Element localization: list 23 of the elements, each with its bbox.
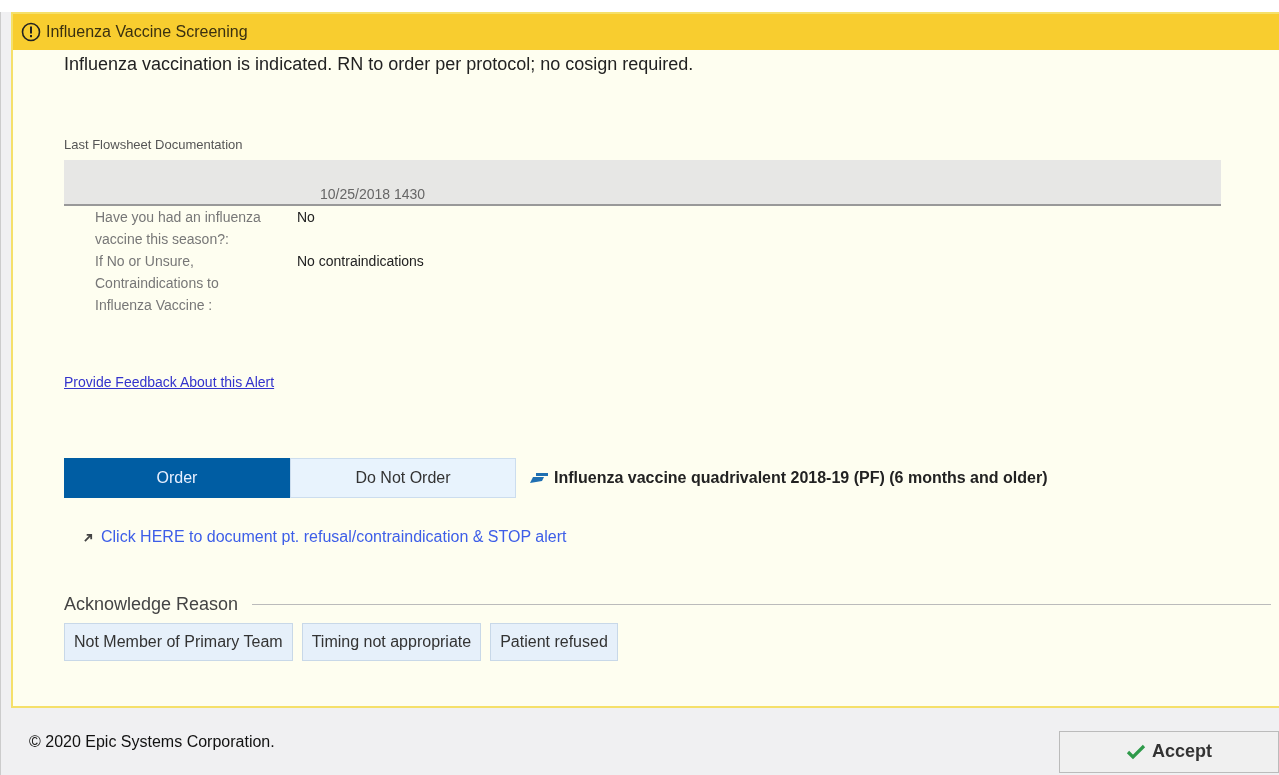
column-header: 10/25/2018 1430 [320,186,426,204]
order-icon [528,471,550,485]
feedback-link[interactable]: Provide Feedback About this Alert [64,374,275,390]
row-value: No contraindications [297,252,424,271]
accept-button[interactable]: Accept [1059,730,1279,773]
refusal-link[interactable]: Click HERE to document pt. refusal/contraindication & STOP alert [101,528,567,546]
row-label: Have you had an influenza vaccine this season?: [95,208,262,249]
flowsheet-heading: Last Flowsheet Documentation [64,137,244,152]
checkmark-icon [1126,743,1146,760]
reason-button[interactable]: Not Member of Primary Team [64,623,293,661]
row-label: If No or Unsure, Contraindications to Influenza Vaccine : [95,252,220,315]
reason-button[interactable]: Patient refused [490,623,618,661]
copyright-text: © 2020 Epic Systems Corporation. [29,732,275,751]
arrow-icon [84,532,93,542]
order-name: Influenza vaccine quadrivalent 2018-19 (PF) (6 months and older) [554,469,1048,487]
reason-button[interactable]: Timing not appropriate [301,623,482,661]
row-value: No [297,208,315,227]
section-heading: Acknowledge Reason [64,594,239,615]
warning-icon [21,22,41,42]
order-option[interactable]: Do Not Order [290,458,516,498]
order-option[interactable]: Order [64,458,290,498]
alert-title: Influenza Vaccine Screening [46,23,248,41]
alert-message: Influenza vaccination is indicated. RN to order per protocol; no cosign required. [64,54,695,75]
